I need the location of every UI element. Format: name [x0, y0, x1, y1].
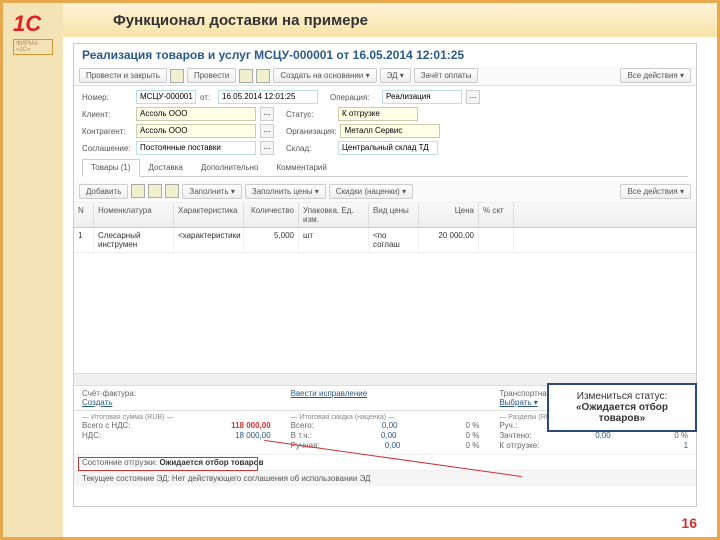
print-icon[interactable] [256, 69, 270, 83]
title-bar: Функционал доставки на примере [63, 3, 717, 37]
number-field[interactable]: МСЦУ-000001 [136, 90, 196, 104]
up-icon[interactable] [148, 184, 162, 198]
structure-icon[interactable] [239, 69, 253, 83]
number-label: Номер: [82, 93, 132, 102]
brand-logo: 1С ФИРМА «1С» [13, 11, 53, 56]
table-empty-area [74, 253, 696, 373]
client-picker[interactable]: ... [260, 107, 274, 121]
all-actions-button[interactable]: Все действия ▾ [620, 68, 691, 83]
contragent-field[interactable]: Ассоль ООО [136, 124, 256, 138]
add-row-button[interactable]: Добавить [79, 184, 128, 199]
callout-box: Измениться статус: «Ожидается отбор това… [547, 383, 697, 432]
tab-bar: Товары (1) Доставка Дополнительно Коммен… [82, 159, 688, 177]
ed-status-line: Текущее состояние ЭД: Нет действующего с… [74, 470, 696, 486]
goods-table: N Номенклатура Характеристика Количество… [74, 203, 696, 385]
transport-link[interactable]: Выбрать ▾ [499, 398, 537, 407]
document-title: Реализация товаров и услуг МСЦУ-000001 о… [74, 44, 696, 66]
status-field[interactable]: К отгрузке [338, 107, 418, 121]
correction-link[interactable]: Ввести исправление [291, 389, 368, 398]
tab-extra[interactable]: Дополнительно [192, 159, 268, 176]
main-toolbar: Провести и закрыть Провести Создать на о… [74, 66, 696, 86]
post-button[interactable]: Провести [187, 68, 236, 83]
delete-icon[interactable] [131, 184, 145, 198]
app-window: Реализация товаров и услуг МСЦУ-000001 о… [73, 43, 697, 507]
down-icon[interactable] [165, 184, 179, 198]
table-toolbar: Добавить Заполнить ▾ Заполнить цены ▾ Ск… [74, 181, 696, 203]
post-and-close-button[interactable]: Провести и закрыть [79, 68, 167, 83]
table-row[interactable]: 1 Слесарный инструмен <характеристики 5,… [74, 228, 696, 253]
operation-field[interactable]: Реализация [382, 90, 462, 104]
org-field[interactable]: Металл Сервис [340, 124, 440, 138]
warehouse-field[interactable]: Центральный склад ТД [338, 141, 438, 155]
shipment-status-value: Ожидается отбор товаров [159, 458, 263, 467]
agreement-field[interactable]: Постоянные поставки [136, 141, 256, 155]
save-icon[interactable] [170, 69, 184, 83]
tab-delivery[interactable]: Доставка [140, 159, 192, 176]
ed-button[interactable]: ЭД ▾ [380, 68, 411, 83]
discounts-button[interactable]: Скидки (наценки) ▾ [329, 184, 413, 199]
offset-button[interactable]: Зачёт оплаты [414, 68, 479, 83]
operation-picker[interactable]: ... [466, 90, 480, 104]
slide-title: Функционал доставки на примере [113, 12, 368, 29]
tab-goods[interactable]: Товары (1) [82, 159, 140, 177]
fill-button[interactable]: Заполнить ▾ [182, 184, 242, 199]
contragent-picker[interactable]: ... [260, 124, 274, 138]
table-all-actions[interactable]: Все действия ▾ [620, 184, 691, 199]
date-field[interactable]: 16.05.2014 12:01:25 [218, 90, 318, 104]
create-based-button[interactable]: Создать на основании ▾ [273, 68, 376, 83]
table-header: N Номенклатура Характеристика Количество… [74, 203, 696, 228]
create-invoice-link[interactable]: Создать [82, 398, 112, 407]
header-form: Номер: МСЦУ-000001 от: 16.05.2014 12:01:… [74, 86, 696, 181]
total-with-vat: 118 000,00 [231, 421, 271, 430]
page-number: 16 [681, 515, 697, 531]
fill-prices-button[interactable]: Заполнить цены ▾ [245, 184, 326, 199]
client-field[interactable]: Ассоль ООО [136, 107, 256, 121]
logo-strip [3, 3, 63, 537]
agreement-picker[interactable]: ... [260, 141, 274, 155]
tab-comment[interactable]: Комментарий [267, 159, 335, 176]
vat-value: 18 000,00 [235, 431, 271, 440]
